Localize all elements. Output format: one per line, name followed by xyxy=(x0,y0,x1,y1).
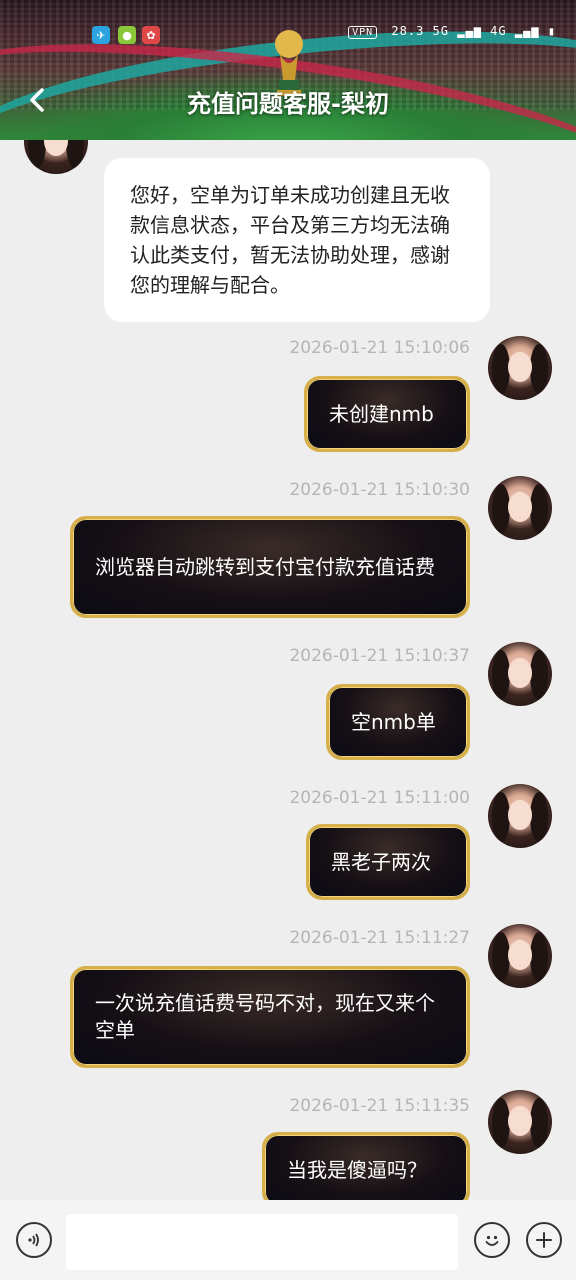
user-avatar[interactable] xyxy=(488,784,552,848)
signal-icon: ▂▄▆ xyxy=(457,24,482,38)
add-attachment-button[interactable] xyxy=(526,1222,562,1258)
status-bar: ✈ ● ✿ VPN 28.3 5G ▂▄▆ 4G ▂▄▆ ▮ xyxy=(0,22,576,50)
message-timestamp: 2026-01-21 15:10:06 xyxy=(289,338,470,358)
network-speed: 28.3 xyxy=(391,24,425,38)
battery-icon: ▮ xyxy=(547,24,556,38)
status-indicators: VPN 28.3 5G ▂▄▆ 4G ▂▄▆ ▮ xyxy=(348,24,556,39)
user-avatar[interactable] xyxy=(488,476,552,540)
app-icon: ✿ xyxy=(142,26,160,44)
emoji-button[interactable] xyxy=(474,1222,510,1258)
user-message-bubble[interactable]: 当我是傻逼吗？ xyxy=(262,1132,470,1200)
chat-message-list[interactable]: 您好，空单为订单未成功创建且无收款信息状态，平台及第三方均无法确认此类支付，暂无… xyxy=(0,140,576,1200)
agent-message-bubble[interactable]: 您好，空单为订单未成功创建且无收款信息状态，平台及第三方均无法确认此类支付，暂无… xyxy=(104,158,490,322)
message-timestamp: 2026-01-21 15:10:37 xyxy=(289,646,470,666)
message-input[interactable] xyxy=(66,1214,458,1270)
plus-icon xyxy=(536,1232,552,1248)
network-type: 5G xyxy=(432,24,449,38)
message-timestamp: 2026-01-21 15:11:27 xyxy=(289,928,470,948)
message-timestamp: 2026-01-21 15:10:30 xyxy=(289,480,470,500)
network-type-2: 4G xyxy=(490,24,507,38)
agent-avatar[interactable] xyxy=(24,140,88,174)
user-message-bubble[interactable]: 一次说充值话费号码不对，现在又来个空单 xyxy=(70,966,470,1068)
chat-title: 充值问题客服-梨初 xyxy=(187,90,389,118)
user-avatar[interactable] xyxy=(488,924,552,988)
voice-input-button[interactable] xyxy=(16,1222,52,1258)
voice-icon xyxy=(28,1233,39,1247)
app-icon: ● xyxy=(118,26,136,44)
signal-icon: ▂▄▆ xyxy=(514,24,540,38)
user-avatar[interactable] xyxy=(488,336,552,400)
message-timestamp: 2026-01-21 15:11:35 xyxy=(289,1096,470,1116)
user-message-bubble[interactable]: 未创建nmb xyxy=(304,376,470,452)
telegram-icon: ✈ xyxy=(92,26,110,44)
user-message-bubble[interactable]: 浏览器自动跳转到支付宝付款充值话费 xyxy=(70,516,470,618)
user-avatar[interactable] xyxy=(488,642,552,706)
message-input-bar xyxy=(0,1200,576,1280)
chat-header: ✈ ● ✿ VPN 28.3 5G ▂▄▆ 4G ▂▄▆ ▮ 充值问题客服-梨初 xyxy=(0,0,576,140)
user-avatar[interactable] xyxy=(488,1090,552,1154)
message-timestamp: 2026-01-21 15:11:00 xyxy=(289,788,470,808)
emoji-icon xyxy=(485,1235,499,1246)
user-message-bubble[interactable]: 空nmb单 xyxy=(326,684,470,760)
vpn-badge: VPN xyxy=(348,26,378,39)
user-message-bubble[interactable]: 黑老子两次 xyxy=(306,824,470,900)
